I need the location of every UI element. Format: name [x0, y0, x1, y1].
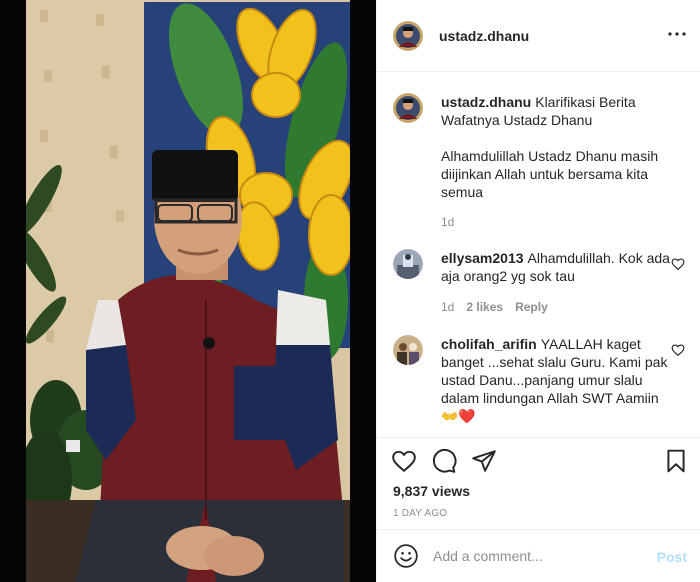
- comment-emoji: 👐❤️: [441, 408, 476, 424]
- letterbox-left: [0, 0, 26, 582]
- like-comment-heart-icon[interactable]: [671, 343, 685, 357]
- post-actions: 9,837 views 1 DAY AGO: [377, 437, 700, 529]
- heart-icon[interactable]: [391, 448, 417, 474]
- comment-username[interactable]: cholifah_arifin: [441, 336, 537, 352]
- caption-username[interactable]: ustadz.dhanu: [441, 94, 531, 110]
- post-header: ustadz.dhanu: [377, 0, 700, 72]
- comment-timestamp[interactable]: 1d: [441, 298, 454, 316]
- caption-body: ustadz.dhanu Klarifikasi Berita Wafatnya …: [441, 93, 673, 231]
- post-comment-button[interactable]: Post: [657, 549, 687, 565]
- view-count[interactable]: 9,837 views: [393, 483, 470, 499]
- avatar[interactable]: [393, 20, 423, 51]
- letterbox-right: [350, 0, 376, 582]
- avatar[interactable]: [393, 335, 423, 365]
- video-frame[interactable]: [26, 0, 350, 582]
- post-author-username[interactable]: ustadz.dhanu: [439, 28, 529, 44]
- avatar-image: [393, 20, 423, 51]
- post-media[interactable]: [0, 0, 376, 582]
- like-comment-heart-icon[interactable]: [671, 257, 685, 271]
- reply-button[interactable]: Reply: [515, 298, 548, 316]
- share-icon[interactable]: [471, 448, 497, 474]
- more-options-icon[interactable]: [667, 24, 687, 44]
- post-timestamp[interactable]: 1 DAY AGO: [393, 508, 447, 519]
- avatar[interactable]: [393, 93, 423, 123]
- avatar[interactable]: [393, 249, 423, 279]
- video-scene: [26, 0, 350, 582]
- comment-username[interactable]: ellysam2013: [441, 250, 524, 266]
- comment-icon[interactable]: [431, 448, 457, 474]
- caption-timestamp[interactable]: 1d: [441, 213, 454, 231]
- comments-list[interactable]: ustadz.dhanu Klarifikasi Berita Wafatnya …: [377, 73, 700, 437]
- comment-composer: Post: [377, 529, 700, 582]
- caption-text: Alhamdulillah Ustadz Dhanu masih diijink…: [441, 148, 659, 200]
- emoji-icon[interactable]: [393, 543, 419, 569]
- comment-input[interactable]: [433, 548, 643, 564]
- post-detail-panel: ustadz.dhanu ustadz.dhanu Klarifikasi Be…: [376, 0, 700, 582]
- comment-likes[interactable]: 2 likes: [466, 298, 503, 316]
- bookmark-icon[interactable]: [663, 448, 689, 474]
